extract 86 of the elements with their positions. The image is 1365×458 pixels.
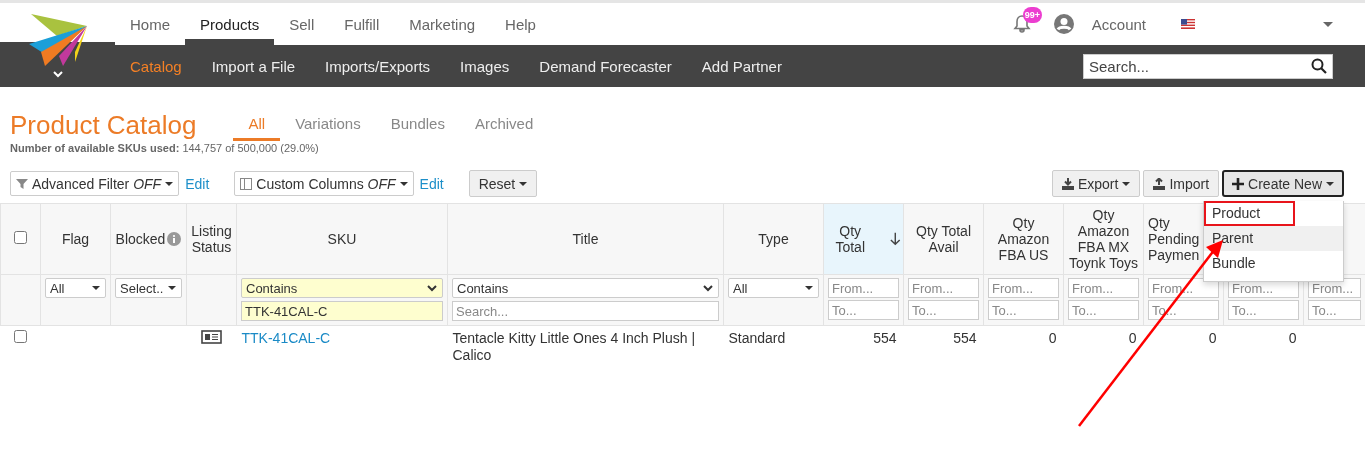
upload-icon bbox=[1153, 177, 1166, 190]
download-icon bbox=[1061, 177, 1074, 190]
user-avatar-icon[interactable] bbox=[1053, 14, 1074, 34]
select-all-checkbox[interactable] bbox=[14, 231, 27, 244]
logo[interactable] bbox=[28, 14, 87, 66]
to-field[interactable]: To... bbox=[1228, 300, 1299, 320]
nav-tab[interactable]: Marketing bbox=[394, 3, 491, 45]
filter-dropdown[interactable]: Advanced Filter OFF bbox=[10, 171, 180, 196]
page-title: Product Catalog bbox=[10, 109, 197, 141]
nav-tab[interactable]: Sell bbox=[274, 3, 330, 45]
table-cell: 554 bbox=[953, 330, 977, 346]
from-field[interactable]: From... bbox=[988, 278, 1059, 298]
column-header[interactable]: Title bbox=[572, 231, 599, 247]
listing-icon bbox=[201, 330, 222, 344]
subnav-link[interactable]: Images bbox=[445, 45, 525, 87]
match-select[interactable]: Contains bbox=[452, 278, 719, 298]
table-cell: 554 bbox=[873, 330, 897, 346]
nav-tab[interactable]: Help bbox=[490, 3, 551, 45]
caret-down-icon bbox=[399, 181, 408, 186]
search-icon[interactable] bbox=[1311, 57, 1327, 74]
filter-tab[interactable]: Archived bbox=[459, 114, 549, 141]
subnav-link[interactable]: Imports/Exports bbox=[310, 45, 446, 87]
filter-tab[interactable]: Variations bbox=[280, 114, 376, 141]
row-checkbox[interactable] bbox=[14, 330, 27, 343]
import-button[interactable]: Import bbox=[1143, 170, 1220, 197]
edit-link[interactable]: Edit bbox=[185, 175, 210, 192]
sort-arrow-icon[interactable] bbox=[890, 231, 901, 247]
table-cell: Tentacle Kitty Little Ones 4 Inch Plush | Calico bbox=[452, 330, 696, 363]
reset-button[interactable]: Reset bbox=[468, 170, 538, 197]
caret-down-icon[interactable] bbox=[1323, 21, 1333, 27]
caret-down-icon bbox=[168, 286, 176, 290]
from-field[interactable]: From... bbox=[908, 278, 979, 298]
filter-select[interactable]: All bbox=[45, 278, 106, 298]
sku-link[interactable]: TTK-41CAL-C bbox=[241, 330, 331, 346]
export-button[interactable]: Export bbox=[1051, 170, 1141, 197]
chevron-down-icon[interactable] bbox=[52, 71, 63, 78]
notification-badge: 99+ bbox=[1022, 7, 1043, 23]
nav-tab[interactable]: Home bbox=[115, 3, 185, 45]
to-field[interactable]: To... bbox=[988, 300, 1059, 320]
nav-tab[interactable]: Fulfill bbox=[329, 3, 395, 45]
chevron-down-icon bbox=[427, 284, 437, 292]
menu-item[interactable]: Parent bbox=[1204, 226, 1343, 251]
caret-down-icon bbox=[805, 286, 813, 290]
filter-tab[interactable]: Bundles bbox=[375, 114, 460, 141]
column-header[interactable]: Blocked bbox=[115, 231, 166, 247]
edit-link[interactable]: Edit bbox=[419, 175, 444, 192]
filter-select[interactable]: Select.. bbox=[115, 278, 182, 298]
table-cell: 0 bbox=[1048, 330, 1057, 346]
caret-down-icon bbox=[92, 286, 100, 290]
caret-down-icon bbox=[165, 181, 174, 186]
to-field[interactable]: To... bbox=[908, 300, 979, 320]
plus-icon bbox=[1232, 177, 1245, 190]
subnav-link[interactable]: Catalog bbox=[115, 45, 197, 87]
menu-item[interactable]: Product bbox=[1204, 201, 1295, 226]
to-field[interactable]: To... bbox=[1068, 300, 1139, 320]
to-field[interactable]: To... bbox=[828, 300, 899, 320]
column-header[interactable]: Type bbox=[758, 231, 789, 247]
match-select[interactable]: Contains bbox=[241, 278, 443, 298]
search-field[interactable]: TTK-41CAL-C bbox=[241, 301, 443, 321]
filter-icon bbox=[16, 177, 28, 190]
to-field[interactable]: To... bbox=[1308, 300, 1361, 320]
columns-icon bbox=[240, 177, 253, 190]
account-link[interactable]: Account bbox=[1091, 15, 1146, 33]
column-header[interactable]: SKU bbox=[327, 231, 357, 247]
create-button[interactable]: Create New bbox=[1222, 170, 1344, 197]
table-cell: Standard bbox=[728, 330, 786, 346]
search-field[interactable]: Search... bbox=[452, 301, 719, 321]
filter-select[interactable]: All bbox=[728, 278, 819, 298]
table-cell: 0 bbox=[1128, 330, 1137, 346]
from-field[interactable]: From... bbox=[1068, 278, 1139, 298]
subnav-link[interactable]: Import a File bbox=[196, 45, 311, 87]
chevron-down-icon bbox=[703, 284, 713, 292]
filter-dropdown[interactable]: Custom Columns OFF bbox=[234, 171, 414, 196]
search-field[interactable]: Search... bbox=[1083, 53, 1333, 79]
table-cell: 0 bbox=[1288, 330, 1297, 346]
menu-item[interactable]: Bundle bbox=[1204, 251, 1343, 276]
table-cell: 0 bbox=[1208, 330, 1217, 346]
subnav-link[interactable]: Demand Forecaster bbox=[524, 45, 687, 87]
nav-tab[interactable]: Products bbox=[185, 3, 275, 45]
info-icon[interactable] bbox=[167, 232, 182, 246]
flag-icon[interactable] bbox=[1181, 19, 1195, 29]
from-field[interactable]: From... bbox=[828, 278, 899, 298]
sku-usage-text: Number of available SKUs used: 144,757 of 500,000 (29.0%) bbox=[10, 141, 320, 155]
subnav-link[interactable]: Add Partner bbox=[686, 45, 797, 87]
column-header[interactable]: Flag bbox=[61, 231, 90, 247]
caret-down-icon bbox=[519, 181, 528, 186]
